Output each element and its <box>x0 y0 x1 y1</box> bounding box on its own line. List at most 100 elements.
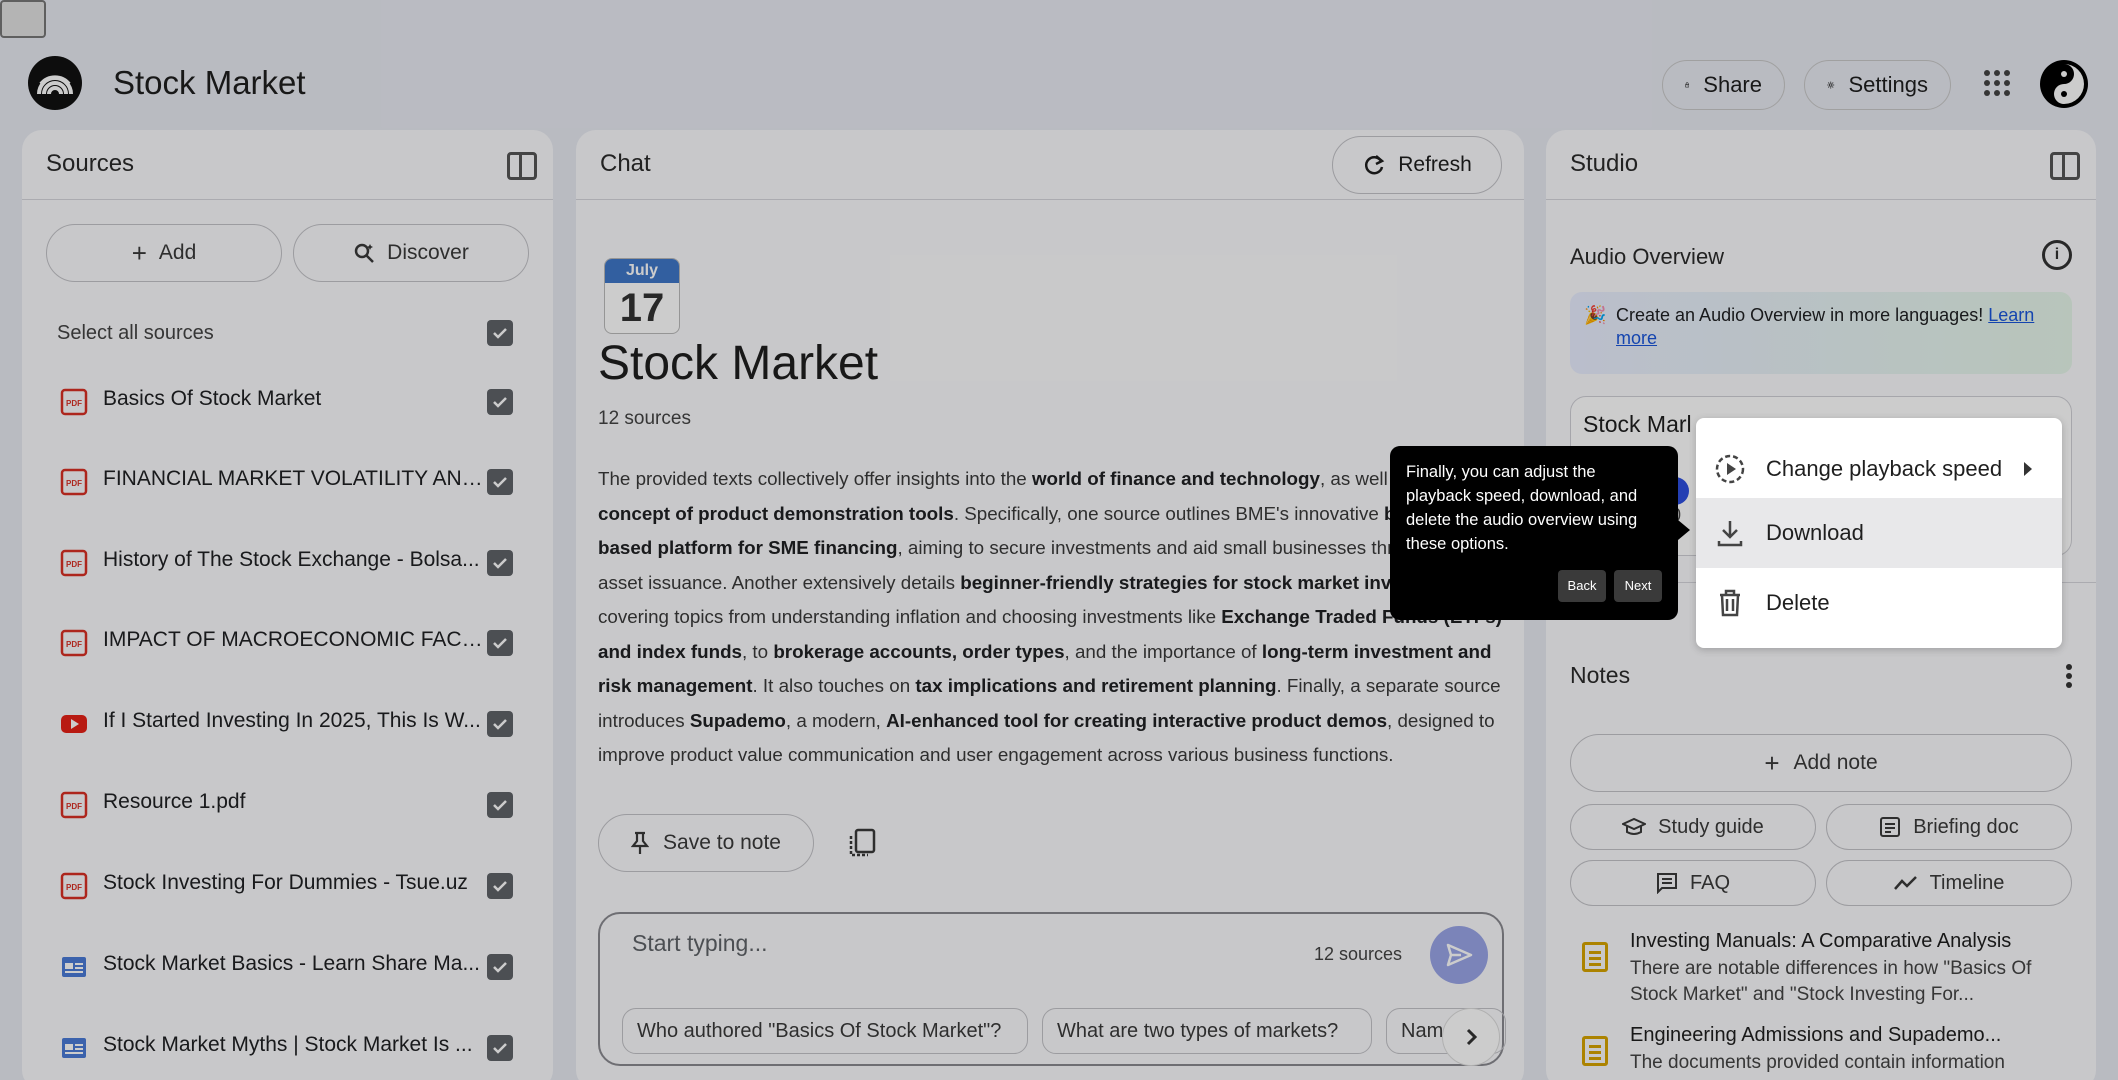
apps-grid-icon[interactable] <box>1982 68 2012 98</box>
summary-text: AI-enhanced tool for creating interactiv… <box>886 709 1388 731</box>
copy-icon[interactable] <box>848 828 876 858</box>
source-title: Stock Investing For Dummies - Tsue.uz <box>103 871 468 894</box>
download-label: Download <box>1766 520 1864 545</box>
sources-panel: Sources + Add Discover Select all source… <box>22 130 553 1080</box>
source-title: Basics Of Stock Market <box>103 387 322 410</box>
top-bar: Stock Market Share Settings <box>0 38 2118 130</box>
share-button[interactable]: Share <box>1662 60 1785 110</box>
source-item[interactable]: PDF Stock Investing For Dummies - Tsue.u… <box>22 846 553 926</box>
more-options-icon[interactable] <box>2066 664 2072 688</box>
settings-button[interactable]: Settings <box>1804 60 1951 110</box>
source-count: 12 sources <box>598 408 691 429</box>
sources-header: Sources <box>22 130 553 200</box>
tooltip-next-button[interactable]: Next <box>1614 570 1662 602</box>
calendar-month: July <box>605 259 679 283</box>
source-item[interactable]: PDF Resource 1.pdf <box>22 765 553 845</box>
delete-label: Delete <box>1766 590 1830 615</box>
next-suggestions-button[interactable] <box>1442 1008 1500 1066</box>
collapse-sources-icon[interactable] <box>507 152 537 180</box>
faq-label: FAQ <box>1689 871 1730 894</box>
svg-text:PDF: PDF <box>66 479 82 488</box>
avatar[interactable] <box>2040 60 2088 108</box>
save-to-note-button[interactable]: Save to note <box>598 814 814 872</box>
sources-title: Sources <box>46 150 135 177</box>
plus-icon: + <box>1764 747 1780 778</box>
web-page-icon <box>62 957 86 977</box>
send-icon <box>1446 943 1473 967</box>
notes-title: Notes <box>1570 662 1631 688</box>
window-control-box[interactable] <box>0 0 46 38</box>
source-item[interactable]: PDF Basics Of Stock Market <box>22 362 553 442</box>
faq-button[interactable]: FAQ <box>1570 860 1816 906</box>
suggestion-chip[interactable]: What are two types of markets? <box>1042 1008 1372 1054</box>
source-item[interactable]: PDF History of The Stock Exchange - Bols… <box>22 523 553 603</box>
tour-tooltip: Finally, you can adjust the playback spe… <box>1390 446 1690 620</box>
svg-text:PDF: PDF <box>66 640 82 649</box>
note-title: Investing Manuals: A Comparative Analysi… <box>1630 930 2012 952</box>
briefing-doc-button[interactable]: Briefing doc <box>1826 804 2072 850</box>
source-checkbox[interactable] <box>487 954 513 980</box>
summary-text: beginner-friendly strategies for stock m… <box>960 571 1447 593</box>
input-source-count: 12 sources <box>1314 944 1403 964</box>
collapse-studio-icon[interactable] <box>2050 152 2080 180</box>
delete-item[interactable]: Delete <box>1696 568 2062 638</box>
tooltip-back-button[interactable]: Back <box>1558 570 1606 602</box>
refresh-label: Refresh <box>1398 153 1472 176</box>
chat-input-box[interactable]: Start typing... 12 sources Who authored … <box>598 912 1506 1066</box>
pdf-icon: PDF <box>60 629 88 657</box>
source-item[interactable]: Stock Market Myths | Stock Market Is ... <box>22 1008 553 1080</box>
source-checkbox[interactable] <box>487 389 513 415</box>
summary-text: . Specifically, one source outlines BME'… <box>953 502 1385 524</box>
source-checkbox[interactable] <box>487 711 513 737</box>
banner-text: Create an Audio Overview in more languag… <box>1616 305 1984 325</box>
chat-input-placeholder[interactable]: Start typing... <box>632 930 768 957</box>
change-playback-speed-item[interactable]: Change playback speed <box>1696 434 2062 504</box>
calendar-day: 17 <box>619 286 665 330</box>
note-icon <box>1582 942 1608 972</box>
pdf-icon: PDF <box>60 468 88 496</box>
source-item[interactable]: If I Started Investing In 2025, This Is … <box>22 684 553 764</box>
refresh-button[interactable]: Refresh <box>1332 136 1502 194</box>
source-title: IMPACT OF MACROECONOMIC FACTO... <box>103 628 483 651</box>
notebook-logo-icon[interactable] <box>28 56 82 110</box>
plus-icon: + <box>131 237 147 268</box>
audio-overview-title: Audio Overview <box>1570 244 1725 269</box>
source-checkbox[interactable] <box>487 873 513 899</box>
source-title: Stock Market Basics - Learn Share Ma... <box>103 952 480 975</box>
info-icon[interactable]: i <box>2042 240 2072 270</box>
source-item[interactable]: PDF FINANCIAL MARKET VOLATILITY AND I... <box>22 442 553 522</box>
graduation-cap-icon <box>1622 817 1647 835</box>
note-title: Engineering Admissions and Supademo... <box>1630 1024 2002 1046</box>
notebook-title[interactable]: Stock Market <box>113 64 306 102</box>
refresh-icon <box>1365 155 1385 175</box>
trash-icon <box>1720 589 1740 617</box>
add-note-label: Add note <box>1793 751 1878 774</box>
settings-label: Settings <box>1848 72 1929 97</box>
download-item[interactable]: Download <box>1696 498 2062 568</box>
discover-icon <box>354 243 375 263</box>
source-item[interactable]: Stock Market Basics - Learn Share Ma... <box>22 927 553 1007</box>
pdf-icon: PDF <box>60 388 88 416</box>
source-checkbox[interactable] <box>487 792 513 818</box>
source-checkbox[interactable] <box>487 550 513 576</box>
select-all-checkbox[interactable] <box>487 320 513 346</box>
save-to-note-label: Save to note <box>663 831 781 854</box>
source-item[interactable]: PDF IMPACT OF MACROECONOMIC FACTO... <box>22 603 553 683</box>
discover-button[interactable]: Discover <box>293 224 529 282</box>
add-note-button[interactable]: + Add note <box>1570 734 2072 792</box>
note-item[interactable]: Investing Manuals: A Comparative Analysi… <box>1570 930 2072 1020</box>
source-checkbox[interactable] <box>487 469 513 495</box>
timeline-button[interactable]: Timeline <box>1826 860 2072 906</box>
source-checkbox[interactable] <box>487 1035 513 1061</box>
note-item[interactable]: Engineering Admissions and Supademo... T… <box>1570 1024 2072 1080</box>
summary-text: , a modern, <box>785 709 887 731</box>
select-all-label: Select all sources <box>57 322 214 344</box>
timeline-icon <box>1893 876 1917 890</box>
study-guide-button[interactable]: Study guide <box>1570 804 1816 850</box>
add-source-button[interactable]: + Add <box>46 224 282 282</box>
send-button[interactable] <box>1430 926 1488 984</box>
change-playback-speed-label: Change playback speed <box>1766 456 2003 481</box>
suggestion-chip[interactable]: Who authored "Basics Of Stock Market"? <box>622 1008 1028 1054</box>
source-checkbox[interactable] <box>487 630 513 656</box>
note-body: There are notable differences in how "Ba… <box>1630 958 2032 1005</box>
